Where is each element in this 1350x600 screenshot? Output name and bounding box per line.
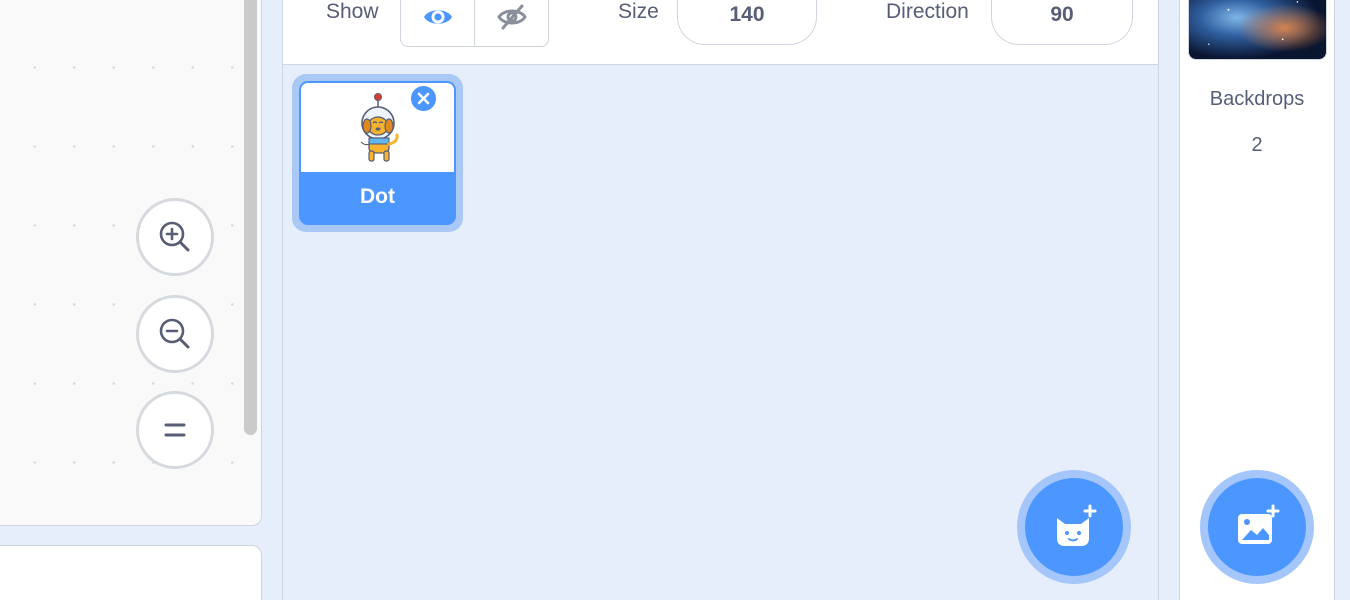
size-label: Size bbox=[618, 0, 659, 23]
dog-astronaut-icon bbox=[360, 92, 399, 162]
image-plus-icon bbox=[1238, 504, 1280, 544]
eye-slash-icon bbox=[496, 4, 527, 30]
close-icon bbox=[417, 92, 430, 105]
backdrop-thumbnail[interactable] bbox=[1188, 0, 1327, 60]
stage-size-panel bbox=[0, 545, 262, 600]
backdrops-count: 2 bbox=[1251, 134, 1263, 156]
backdrop-image bbox=[1189, 0, 1326, 59]
zoom-out-button[interactable] bbox=[136, 295, 214, 373]
sprite-name: Dot bbox=[360, 184, 395, 208]
choose-sprite-button[interactable] bbox=[1017, 470, 1131, 584]
size-input[interactable]: 140 bbox=[677, 0, 817, 45]
hide-button[interactable] bbox=[474, 0, 548, 46]
code-area-scrollbar[interactable] bbox=[244, 0, 257, 435]
zoom-in-icon bbox=[159, 221, 190, 252]
zoom-out-icon bbox=[159, 318, 190, 349]
visibility-toggle bbox=[400, 0, 549, 47]
code-area[interactable] bbox=[0, 0, 262, 526]
show-label: Show bbox=[326, 0, 379, 23]
direction-label: Direction bbox=[886, 0, 969, 23]
eye-icon bbox=[423, 10, 452, 24]
show-button[interactable] bbox=[401, 0, 474, 46]
direction-input[interactable]: 90 bbox=[991, 0, 1133, 45]
choose-backdrop-button[interactable] bbox=[1200, 470, 1314, 584]
choose-sprite-button-inner bbox=[1025, 478, 1123, 576]
cat-plus-icon bbox=[1057, 504, 1097, 546]
zoom-in-button[interactable] bbox=[136, 198, 214, 276]
backdrops-label: Backdrops bbox=[1209, 88, 1305, 110]
choose-backdrop-button-inner bbox=[1208, 478, 1306, 576]
window-edge bbox=[1335, 0, 1350, 600]
zoom-reset-icon bbox=[164, 423, 186, 437]
delete-sprite-button[interactable] bbox=[409, 84, 438, 113]
sprite-info-bar: Show Size 140 Direction 90 bbox=[282, 0, 1159, 65]
zoom-reset-button[interactable] bbox=[136, 391, 214, 469]
